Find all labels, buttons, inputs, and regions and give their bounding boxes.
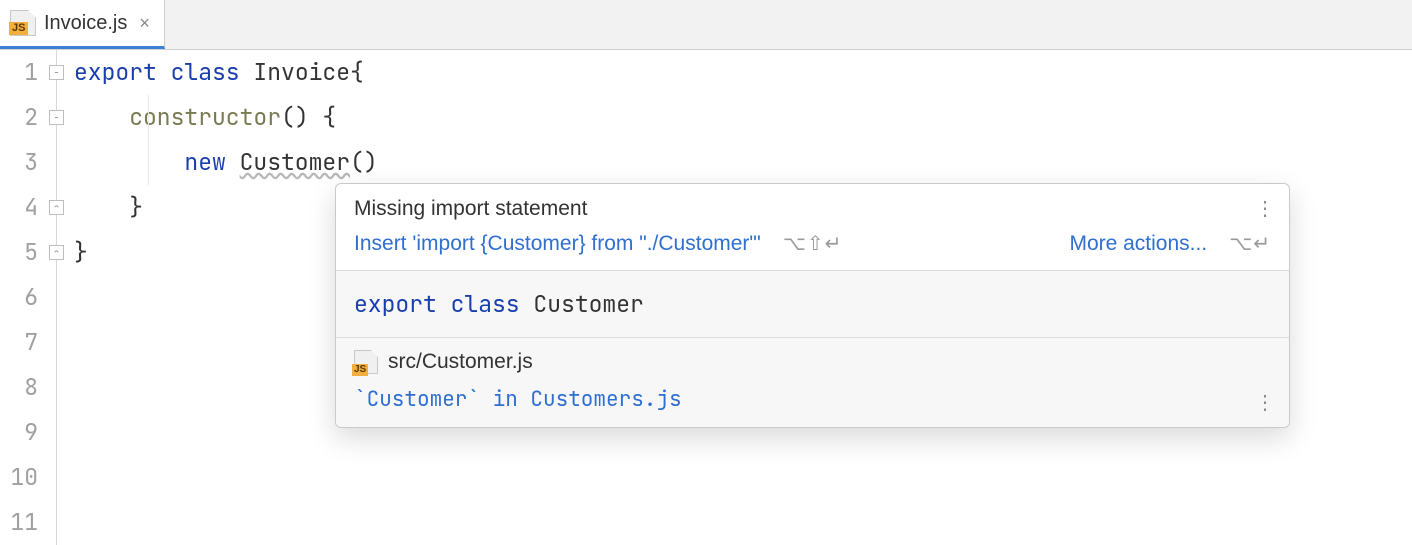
apply-fix-link[interactable]: Insert 'import {Customer} from "./Custom…	[354, 232, 761, 256]
documentation-link[interactable]: `Customer` in Customers.js	[354, 386, 1271, 413]
file-icon-badge: JS	[352, 364, 368, 376]
more-actions-shortcut: ⌥↵	[1229, 231, 1271, 256]
intention-popup: Missing import statement ⋮ Insert 'impor…	[335, 183, 1290, 428]
fold-toggle-icon[interactable]: −	[49, 110, 64, 125]
popup-header: Missing import statement ⋮	[336, 184, 1289, 223]
fold-gutter: − − ⌃ ⌃	[48, 50, 68, 545]
line-number: 10	[0, 455, 38, 500]
popup-footer-menu-icon[interactable]: ⋮	[1255, 390, 1275, 415]
declaration-file-path: src/Customer.js	[388, 350, 533, 374]
code-line[interactable]: constructor() {	[74, 95, 1412, 140]
line-number: 6	[0, 275, 38, 320]
indent-guide	[148, 95, 149, 185]
editor-tab[interactable]: JS Invoice.js ×	[0, 0, 165, 49]
line-number: 11	[0, 500, 38, 545]
fold-end-icon[interactable]: ⌃	[49, 245, 64, 260]
code-line[interactable]: new Customer()	[74, 140, 1412, 185]
apply-fix-shortcut: ⌥⇧↵	[783, 231, 843, 256]
more-actions-link[interactable]: More actions...	[1069, 232, 1207, 256]
line-number: 4	[0, 185, 38, 230]
declaration-preview: export class Customer	[336, 271, 1289, 338]
popup-footer: JS src/Customer.js `Customer` in Custome…	[336, 338, 1289, 427]
line-number-gutter: 1234567891011	[0, 50, 48, 545]
line-number: 7	[0, 320, 38, 365]
declaration-file-link[interactable]: JS src/Customer.js	[354, 350, 1271, 374]
popup-title: Missing import statement	[354, 197, 1271, 221]
line-number: 2	[0, 95, 38, 140]
js-file-icon: JS	[10, 10, 36, 36]
js-file-icon: JS	[354, 350, 378, 374]
popup-actions-row: Insert 'import {Customer} from "./Custom…	[336, 223, 1289, 271]
file-icon-badge: JS	[9, 22, 28, 35]
tab-bar: JS Invoice.js ×	[0, 0, 1412, 50]
tab-filename: Invoice.js	[44, 12, 127, 35]
line-number: 8	[0, 365, 38, 410]
line-number: 9	[0, 410, 38, 455]
fold-toggle-icon[interactable]: −	[49, 65, 64, 80]
code-line[interactable]	[74, 455, 1412, 500]
close-tab-icon[interactable]: ×	[139, 13, 150, 34]
line-number: 1	[0, 50, 38, 95]
fold-end-icon[interactable]: ⌃	[49, 200, 64, 215]
code-line[interactable]	[74, 500, 1412, 545]
line-number: 5	[0, 230, 38, 275]
code-line[interactable]: export class Invoice{	[74, 50, 1412, 95]
popup-menu-icon[interactable]: ⋮	[1255, 196, 1275, 221]
line-number: 3	[0, 140, 38, 185]
